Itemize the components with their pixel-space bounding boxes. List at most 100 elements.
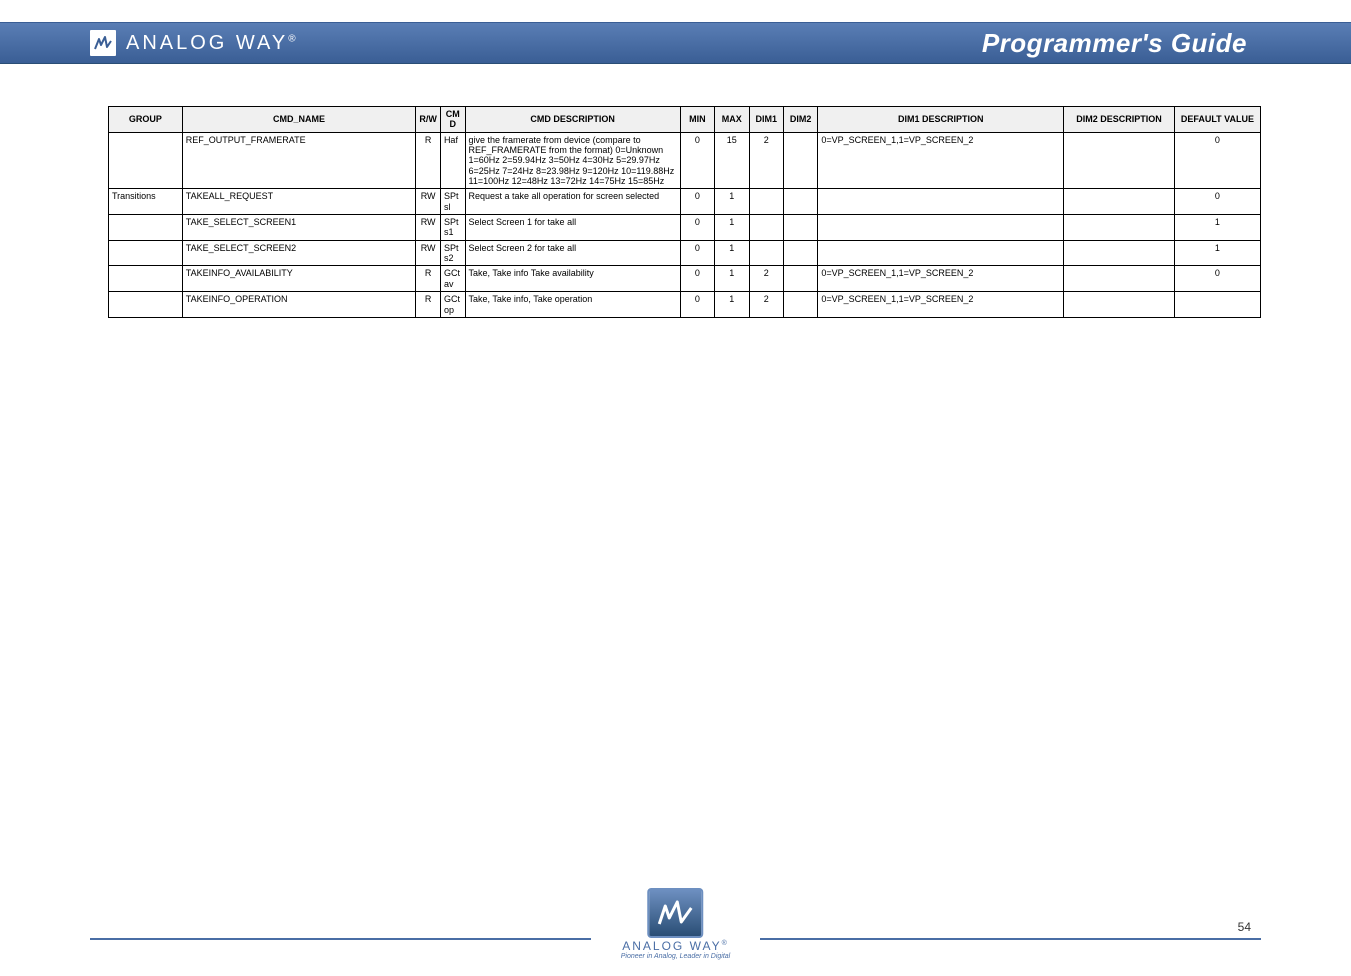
th-max: MAX bbox=[715, 107, 749, 133]
footer-tagline: Pioneer in Analog, Leader in Digital bbox=[621, 953, 730, 960]
cell-dim1 bbox=[749, 215, 783, 241]
cell-rw: RW bbox=[416, 189, 441, 215]
brand-logo-icon bbox=[90, 30, 116, 56]
th-dim1: DIM1 bbox=[749, 107, 783, 133]
cell-cmd_name: TAKEINFO_AVAILABILITY bbox=[182, 266, 416, 292]
footer-divider-right bbox=[760, 938, 1261, 940]
content-area: GROUP CMD_NAME R/W CMD CMD DESCRIPTION M… bbox=[0, 64, 1351, 318]
table-body: REF_OUTPUT_FRAMERATERHafgive the framera… bbox=[109, 132, 1261, 317]
cell-cmd: GCtop bbox=[440, 292, 465, 318]
th-group: GROUP bbox=[109, 107, 183, 133]
cell-cmd_name: REF_OUTPUT_FRAMERATE bbox=[182, 132, 416, 189]
cell-dim2 bbox=[783, 240, 817, 266]
cell-dim2 bbox=[783, 215, 817, 241]
cell-group bbox=[109, 132, 183, 189]
cell-dim1_descr bbox=[818, 215, 1064, 241]
cell-dim2 bbox=[783, 292, 817, 318]
cell-dim1: 2 bbox=[749, 132, 783, 189]
cell-dim1 bbox=[749, 189, 783, 215]
cell-min: 0 bbox=[680, 240, 714, 266]
cell-group: Transitions bbox=[109, 189, 183, 215]
footer-logo-icon bbox=[647, 888, 703, 938]
cell-cmd_name: TAKEALL_REQUEST bbox=[182, 189, 416, 215]
cell-cmd: SPtsl bbox=[440, 189, 465, 215]
cell-min: 0 bbox=[680, 292, 714, 318]
cell-default: 0 bbox=[1174, 189, 1260, 215]
cell-cmd: SPts1 bbox=[440, 215, 465, 241]
th-dim2descr: DIM2 DESCRIPTION bbox=[1064, 107, 1175, 133]
cell-max: 15 bbox=[715, 132, 749, 189]
cell-group bbox=[109, 240, 183, 266]
cell-dim2 bbox=[783, 189, 817, 215]
page-number: 54 bbox=[1238, 920, 1251, 934]
cell-cmd_descr: Request a take all operation for screen … bbox=[465, 189, 680, 215]
footer: ANALOG WAY® Pioneer in Analog, Leader in… bbox=[0, 874, 1351, 964]
footer-brand-text: ANALOG WAY® bbox=[621, 939, 730, 953]
footer-divider-left bbox=[90, 938, 591, 940]
cell-cmd_descr: Take, Take info Take availability bbox=[465, 266, 680, 292]
table-row: REF_OUTPUT_FRAMERATERHafgive the framera… bbox=[109, 132, 1261, 189]
cell-group bbox=[109, 266, 183, 292]
th-rw: R/W bbox=[416, 107, 441, 133]
table-row: TAKE_SELECT_SCREEN1RWSPts1Select Screen … bbox=[109, 215, 1261, 241]
th-default: DEFAULT VALUE bbox=[1174, 107, 1260, 133]
cell-min: 0 bbox=[680, 266, 714, 292]
cell-dim1: 2 bbox=[749, 292, 783, 318]
cell-dim1_descr bbox=[818, 189, 1064, 215]
cell-cmd_descr: Select Screen 2 for take all bbox=[465, 240, 680, 266]
page-title: Programmer's Guide bbox=[982, 28, 1327, 59]
cell-cmd: SPts2 bbox=[440, 240, 465, 266]
cell-default: 1 bbox=[1174, 240, 1260, 266]
cell-max: 1 bbox=[715, 189, 749, 215]
table-row: TAKE_SELECT_SCREEN2RWSPts2Select Screen … bbox=[109, 240, 1261, 266]
th-dim1descr: DIM1 DESCRIPTION bbox=[818, 107, 1064, 133]
cell-min: 0 bbox=[680, 189, 714, 215]
cell-dim2_descr bbox=[1064, 240, 1175, 266]
th-cmddescr: CMD DESCRIPTION bbox=[465, 107, 680, 133]
cell-rw: RW bbox=[416, 215, 441, 241]
cell-default bbox=[1174, 292, 1260, 318]
cell-dim2_descr bbox=[1064, 266, 1175, 292]
cell-cmd_descr: give the framerate from device (compare … bbox=[465, 132, 680, 189]
cell-min: 0 bbox=[680, 215, 714, 241]
th-dim2: DIM2 bbox=[783, 107, 817, 133]
cell-max: 1 bbox=[715, 266, 749, 292]
brand-text: ANALOG WAY® bbox=[126, 32, 299, 55]
cell-cmd: GCtav bbox=[440, 266, 465, 292]
cell-rw: R bbox=[416, 266, 441, 292]
cell-dim2 bbox=[783, 266, 817, 292]
cell-dim1_descr: 0=VP_SCREEN_1,1=VP_SCREEN_2 bbox=[818, 132, 1064, 189]
cell-dim1_descr bbox=[818, 240, 1064, 266]
table-row: TAKEINFO_AVAILABILITYRGCtavTake, Take in… bbox=[109, 266, 1261, 292]
th-min: MIN bbox=[680, 107, 714, 133]
cell-cmd_name: TAKEINFO_OPERATION bbox=[182, 292, 416, 318]
cell-dim2 bbox=[783, 132, 817, 189]
cell-cmd_descr: Take, Take info, Take operation bbox=[465, 292, 680, 318]
cell-dim1_descr: 0=VP_SCREEN_1,1=VP_SCREEN_2 bbox=[818, 292, 1064, 318]
cell-dim2_descr bbox=[1064, 132, 1175, 189]
cell-max: 1 bbox=[715, 215, 749, 241]
header-bar: ANALOG WAY® Programmer's Guide bbox=[0, 22, 1351, 64]
table-header-row: GROUP CMD_NAME R/W CMD CMD DESCRIPTION M… bbox=[109, 107, 1261, 133]
brand-logo: ANALOG WAY® bbox=[90, 30, 299, 56]
cell-rw: RW bbox=[416, 240, 441, 266]
cell-cmd_name: TAKE_SELECT_SCREEN1 bbox=[182, 215, 416, 241]
cell-dim2_descr bbox=[1064, 189, 1175, 215]
cell-group bbox=[109, 292, 183, 318]
cell-cmd: Haf bbox=[440, 132, 465, 189]
cell-dim1: 2 bbox=[749, 266, 783, 292]
cell-cmd_descr: Select Screen 1 for take all bbox=[465, 215, 680, 241]
cell-dim1 bbox=[749, 240, 783, 266]
th-cmd: CMD bbox=[440, 107, 465, 133]
cell-max: 1 bbox=[715, 240, 749, 266]
cell-default: 0 bbox=[1174, 132, 1260, 189]
table-row: TransitionsTAKEALL_REQUESTRWSPtslRequest… bbox=[109, 189, 1261, 215]
th-cmdname: CMD_NAME bbox=[182, 107, 416, 133]
cell-rw: R bbox=[416, 292, 441, 318]
cell-dim2_descr bbox=[1064, 215, 1175, 241]
cell-rw: R bbox=[416, 132, 441, 189]
cell-cmd_name: TAKE_SELECT_SCREEN2 bbox=[182, 240, 416, 266]
table-row: TAKEINFO_OPERATIONRGCtopTake, Take info,… bbox=[109, 292, 1261, 318]
cell-default: 0 bbox=[1174, 266, 1260, 292]
command-table: GROUP CMD_NAME R/W CMD CMD DESCRIPTION M… bbox=[108, 106, 1261, 318]
